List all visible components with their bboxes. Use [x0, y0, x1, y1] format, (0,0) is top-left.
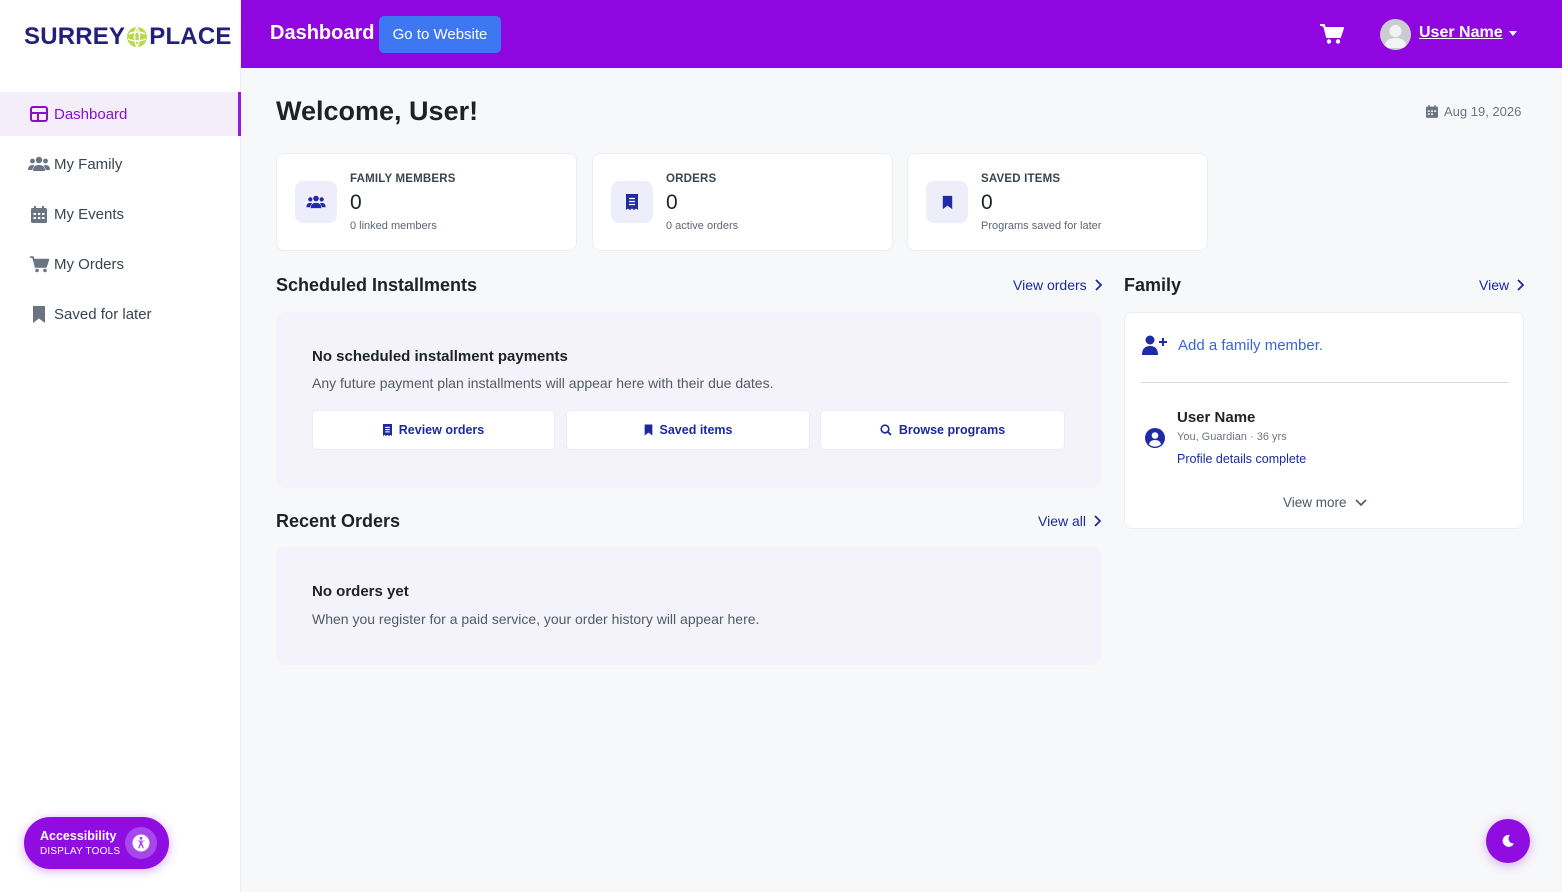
divider [1141, 382, 1509, 383]
date-text: Aug 19, 2026 [1444, 104, 1522, 119]
sidebar-item-my-orders[interactable]: My Orders [0, 242, 241, 286]
chevron-right-icon [1517, 279, 1525, 291]
installments-heading: Scheduled Installments [276, 275, 478, 295]
sidebar: SURREY PLACE Dashboard My Family My Even… [0, 0, 241, 892]
go-to-website-button[interactable]: Go to Website [379, 16, 501, 53]
bookmark-icon [926, 181, 968, 223]
calendar-icon [1426, 105, 1438, 118]
view-more-label: View more [1283, 495, 1347, 510]
receipt-icon [382, 424, 392, 436]
sidebar-item-label: Saved for later [54, 305, 152, 323]
globe-icon [127, 26, 148, 48]
member-role: You, Guardian · 36 yrs [1177, 431, 1287, 443]
orders-empty-title: No orders yet [312, 583, 409, 600]
orders-empty-desc: When you register for a paid service, yo… [312, 611, 760, 627]
sidebar-item-label: Dashboard [54, 105, 128, 123]
recent-orders-heading: Recent Orders [276, 511, 401, 531]
view-orders-label: View orders [1013, 277, 1087, 293]
search-icon [880, 424, 892, 436]
stat-card-saved-items[interactable]: SAVED ITEMS 0 Programs saved for later [907, 153, 1208, 251]
button-label: Browse programs [898, 423, 1006, 437]
accessibility-subtitle: DISPLAY TOOLS [40, 846, 121, 857]
sidebar-nav: Dashboard My Family My Events My Orders … [0, 92, 241, 342]
sidebar-item-dashboard[interactable]: Dashboard [0, 92, 241, 136]
member-profile-status[interactable]: Profile details complete [1177, 452, 1306, 466]
chevron-right-icon [1095, 279, 1102, 291]
stat-label: FAMILY MEMBERS [350, 173, 456, 185]
browse-programs-button[interactable]: Browse programs [820, 410, 1065, 450]
stat-sub: 0 active orders [666, 220, 739, 232]
sidebar-item-my-events[interactable]: My Events [0, 192, 241, 236]
sidebar-item-label: My Family [54, 155, 123, 173]
moon-icon [1502, 834, 1514, 847]
view-more-button[interactable]: View more [1283, 495, 1367, 510]
view-family-link[interactable]: View [1479, 277, 1525, 293]
top-header: Dashboard Go to Website User Name [241, 0, 1562, 68]
users-icon [295, 181, 337, 223]
current-date: Aug 19, 2026 [1426, 104, 1521, 119]
stat-label: SAVED ITEMS [981, 173, 1061, 185]
accessibility-title: Accessibility [40, 829, 117, 843]
dashboard-grid-icon [28, 103, 50, 125]
stat-value: 0 [666, 191, 678, 214]
welcome-heading: Welcome, User! [276, 96, 479, 126]
stat-card-orders[interactable]: ORDERS 0 0 active orders [592, 153, 893, 251]
sidebar-item-my-family[interactable]: My Family [0, 142, 241, 186]
calendar-icon [28, 203, 50, 225]
user-circle-icon [1145, 428, 1165, 448]
bookmark-icon [644, 424, 652, 436]
stat-sub: Programs saved for later [981, 220, 1102, 232]
installments-empty-title: No scheduled installment payments [312, 348, 568, 365]
bookmark-icon [28, 303, 50, 325]
user-name-menu[interactable]: User Name [1419, 24, 1503, 42]
sidebar-item-label: My Events [54, 205, 125, 223]
receipt-icon [611, 181, 653, 223]
cart-icon [28, 253, 50, 275]
stat-value: 0 [350, 191, 362, 214]
logo-text-right: PLACE [149, 23, 232, 50]
family-heading: Family [1124, 275, 1182, 295]
member-name: User Name [1177, 409, 1256, 426]
sidebar-item-saved-for-later[interactable]: Saved for later [0, 292, 241, 336]
page-title: Dashboard [270, 22, 375, 44]
user-plus-icon [1142, 335, 1167, 355]
button-label: Review orders [398, 423, 485, 437]
accessibility-text: Accessibility DISPLAY TOOLS [40, 829, 120, 857]
view-family-label: View [1479, 277, 1510, 293]
button-label: Saved items [659, 423, 733, 437]
accessibility-tools-button[interactable]: Accessibility DISPLAY TOOLS [24, 817, 169, 869]
family-card: Add a family member. User Name You, Guar… [1124, 312, 1524, 529]
recent-orders-panel: No orders yet When you register for a pa… [276, 547, 1101, 665]
avatar[interactable] [1380, 19, 1411, 50]
view-all-label: View all [1038, 513, 1086, 529]
dark-mode-toggle[interactable] [1486, 819, 1530, 863]
logo-text-left: SURREY [24, 23, 126, 50]
view-orders-link[interactable]: View orders [1013, 277, 1102, 293]
add-family-member-label: Add a family member. [1178, 336, 1324, 354]
installments-panel: No scheduled installment payments Any fu… [276, 312, 1101, 488]
saved-items-button[interactable]: Saved items [566, 410, 810, 450]
users-icon [28, 153, 50, 175]
installments-empty-desc: Any future payment plan installments wil… [312, 375, 774, 391]
chevron-right-icon [1094, 515, 1101, 527]
brand-logo[interactable]: SURREY PLACE [24, 22, 232, 52]
cart-icon[interactable] [1320, 23, 1344, 45]
chevron-down-icon [1354, 499, 1367, 506]
stat-sub: 0 linked members [350, 220, 437, 232]
stat-label: ORDERS [666, 173, 717, 185]
stat-card-family-members[interactable]: FAMILY MEMBERS 0 0 linked members [276, 153, 577, 251]
sidebar-item-label: My Orders [54, 255, 125, 273]
view-all-orders-link[interactable]: View all [1038, 513, 1101, 529]
review-orders-button[interactable]: Review orders [312, 410, 555, 450]
chevron-down-icon[interactable] [1509, 31, 1517, 36]
add-family-member-link[interactable]: Add a family member. [1142, 335, 1323, 355]
accessibility-icon [125, 827, 157, 859]
stat-value: 0 [981, 191, 993, 214]
